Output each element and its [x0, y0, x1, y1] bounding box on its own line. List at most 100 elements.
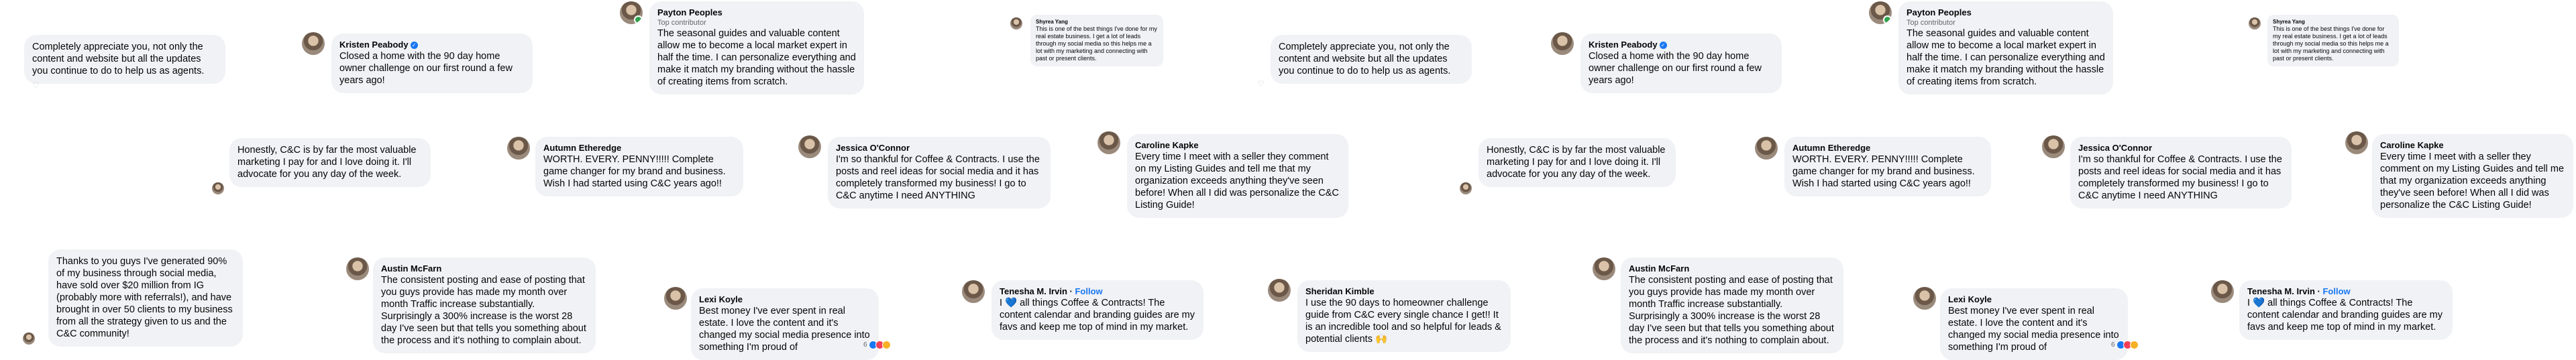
commenter-name[interactable]: Payton Peoples — [1907, 7, 2105, 18]
avatar — [23, 333, 35, 345]
commenter-name[interactable]: Lexi Koyle — [1948, 294, 2120, 305]
comment-bubble: Honestly, C&C is by far the most valuabl… — [229, 138, 431, 187]
commenter-name[interactable]: Shyrea Yang — [1036, 19, 1158, 25]
reaction-count: 6 — [863, 341, 867, 349]
avatar — [1869, 1, 1892, 24]
commenter-name[interactable]: Jessica O'Connor — [836, 143, 1042, 154]
commenter-name[interactable]: Kristen Peabody — [1589, 40, 1658, 50]
comment-bubble: Honestly, C&C is by far the most valuabl… — [1479, 138, 1676, 187]
comment-bubble: Kristen Peabody ✓ Closed a home with the … — [331, 34, 533, 93]
reaction-summary[interactable]: 6 — [2111, 341, 2139, 349]
comment-bubble: Autumn Etheredge WORTH. EVERY. PENNY!!!!… — [1784, 137, 1991, 196]
avatar — [962, 280, 985, 303]
comment-bubble: Jessica O'Connor I'm so thankful for Cof… — [828, 137, 1051, 208]
comment-bubble: Caroline Kapke Every time I meet with a … — [1127, 134, 1348, 218]
comment-text: I 💙 all things Coffee & Contracts! The c… — [2247, 298, 2443, 333]
avatar — [1268, 279, 1291, 302]
avatar — [1097, 131, 1120, 154]
comment-text: I'm so thankful for Coffee & Contracts. … — [836, 154, 1040, 201]
online-status-icon — [1883, 15, 1892, 24]
wow-icon — [881, 341, 891, 349]
comment-bubble: Austin McFarn The consistent posting and… — [373, 257, 596, 353]
avatar — [2211, 280, 2234, 303]
commenter-name[interactable]: Caroline Kapke — [1135, 140, 1340, 151]
comment-text: Thanks to you guys I've generated 90% of… — [56, 256, 233, 339]
comment-bubble: Lexi Koyle Best money I've ever spent in… — [691, 288, 879, 360]
comment-bubble: Sheridan Kimble I use the 90 days to hom… — [1297, 280, 1511, 352]
comment-text: This is one of the best things I've done… — [1036, 25, 1157, 62]
avatar — [302, 32, 325, 55]
comment-bubble: Kristen Peabody ✓ Closed a home with the … — [1580, 34, 1782, 93]
commenter-name[interactable]: Sheridan Kimble — [1305, 286, 1503, 297]
avatar — [1593, 257, 1615, 280]
commenter-name[interactable]: Tenesha M. Irvin — [2247, 286, 2315, 296]
commenter-name[interactable]: Payton Peoples — [657, 7, 856, 18]
comment-text: The seasonal guides and valuable content… — [657, 28, 856, 87]
comment-bubble: Payton Peoples Top contributor The seaso… — [649, 1, 864, 95]
avatar — [2249, 17, 2261, 29]
avatar — [664, 287, 687, 310]
wow-icon — [2129, 341, 2139, 349]
comment-text: The consistent posting and ease of posti… — [1629, 275, 1834, 346]
comment-text: Completely appreciate you, not only the … — [32, 42, 205, 76]
comment-text: Every time I meet with a seller they com… — [2380, 152, 2565, 211]
verified-badge-icon: ✓ — [1659, 42, 1667, 50]
avatar — [507, 137, 530, 160]
avatar — [346, 257, 369, 280]
avatar — [1460, 182, 1472, 194]
avatar — [212, 182, 224, 194]
commenter-name[interactable]: Kristen Peabody — [339, 40, 409, 50]
follow-button[interactable]: Follow — [1075, 286, 1102, 296]
avatar — [620, 1, 643, 24]
comment-text: This is one of the best things I've done… — [2273, 25, 2389, 62]
commenter-name[interactable]: Austin McFarn — [381, 263, 588, 274]
comment-text: Completely appreciate you, not only the … — [1279, 42, 1451, 76]
comment-text: I'm so thankful for Coffee & Contracts. … — [2078, 154, 2282, 201]
comment-text: The consistent posting and ease of posti… — [381, 275, 586, 346]
commenter-name[interactable]: Lexi Koyle — [699, 294, 871, 305]
comment-text: Best money I've ever spent in real estat… — [699, 306, 870, 353]
comment-bubble: Thanks to you guys I've generated 90% of… — [48, 249, 243, 347]
commenter-name[interactable]: Caroline Kapke — [2380, 140, 2565, 151]
avatar — [798, 135, 821, 158]
comment-bubble: Caroline Kapke Every time I meet with a … — [2372, 134, 2573, 218]
comment-bubble: Austin McFarn The consistent posting and… — [1621, 257, 1843, 353]
commenter-name[interactable]: Autumn Etheredge — [543, 143, 735, 154]
comment-bubble: Completely appreciate you, not only the … — [1271, 35, 1472, 84]
avatar — [2042, 135, 2065, 158]
comment-bubble: Payton Peoples Top contributor The seaso… — [1898, 1, 2113, 95]
comment-text: Every time I meet with a seller they com… — [1135, 152, 1339, 211]
comment-text: I use the 90 days to homeowner challenge… — [1305, 298, 1501, 345]
comment-bubble: Autumn Etheredge WORTH. EVERY. PENNY!!!!… — [535, 137, 743, 196]
comment-text: Best money I've ever spent in real estat… — [1948, 306, 2119, 353]
sticker-icon: ♡ — [1257, 79, 1265, 88]
commenter-name[interactable]: Jessica O'Connor — [2078, 143, 2284, 154]
comment-bubble: Shyrea Yang This is one of the best thin… — [1030, 15, 1163, 66]
comment-bubble: Tenesha M. Irvin · Follow I 💙 all things… — [991, 280, 1203, 340]
comment-text: WORTH. EVERY. PENNY!!!!! Complete game c… — [543, 154, 726, 189]
commenter-name[interactable]: Autumn Etheredge — [1792, 143, 1983, 154]
reaction-summary[interactable]: 6 — [863, 341, 891, 349]
reaction-count: 6 — [2111, 341, 2115, 349]
comment-bubble: Shyrea Yang This is one of the best thin… — [2267, 15, 2399, 66]
comment-text: I 💙 all things Coffee & Contracts! The c… — [1000, 298, 1195, 333]
comment-bubble: Tenesha M. Irvin · Follow I 💙 all things… — [2239, 280, 2453, 340]
comment-bubble: Completely appreciate you, not only the … — [24, 35, 225, 84]
comment-text: WORTH. EVERY. PENNY!!!!! Complete game c… — [1792, 154, 1975, 189]
comment-text: Honestly, C&C is by far the most valuabl… — [1487, 145, 1666, 180]
comment-text: Honestly, C&C is by far the most valuabl… — [237, 145, 417, 180]
verified-badge-icon: ✓ — [410, 42, 418, 50]
comment-bubble: Jessica O'Connor I'm so thankful for Cof… — [2070, 137, 2292, 208]
commenter-name[interactable]: Austin McFarn — [1629, 263, 1835, 274]
comment-text: Closed a home with the 90 day home owner… — [1589, 51, 1762, 86]
comment-text: The seasonal guides and valuable content… — [1907, 28, 2105, 87]
commenter-name[interactable]: Tenesha M. Irvin — [1000, 286, 1067, 296]
avatar — [1010, 17, 1022, 29]
commenter-name[interactable]: Shyrea Yang — [2273, 19, 2394, 25]
avatar — [1551, 32, 1574, 55]
avatar — [2345, 131, 2368, 154]
follow-button[interactable]: Follow — [2322, 286, 2350, 296]
top-contributor-badge: Top contributor — [657, 19, 706, 27]
comment-text: Closed a home with the 90 day home owner… — [339, 51, 513, 86]
online-status-icon — [634, 15, 643, 24]
